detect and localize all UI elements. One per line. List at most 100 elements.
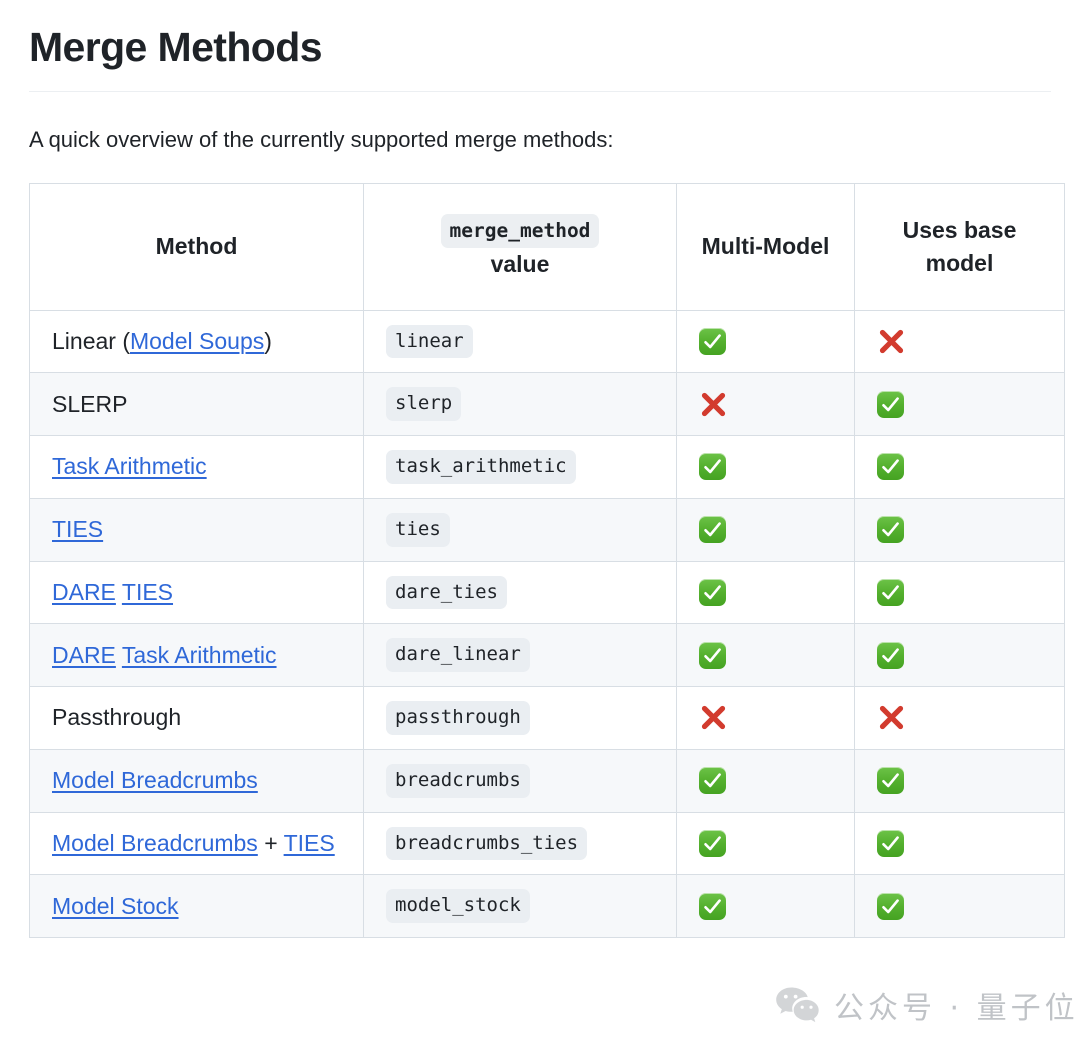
cell-method: DARE TIES xyxy=(30,561,364,624)
cell-uses-base-model xyxy=(855,687,1065,750)
cell-uses-base-model xyxy=(855,812,1065,875)
column-header-uses-base-model: Uses base model xyxy=(855,184,1065,310)
cell-method: Passthrough xyxy=(30,687,364,750)
cell-multi-model xyxy=(677,687,855,750)
cell-multi-model xyxy=(677,373,855,436)
check-mark-icon xyxy=(699,893,726,920)
table-body: Linear (Model Soups) linear SLERP slerp Task… xyxy=(30,310,1065,938)
cell-uses-base-model xyxy=(855,498,1065,561)
cell-merge-method-value: model_stock xyxy=(364,875,677,938)
cell-method: Task Arithmetic xyxy=(30,436,364,499)
cell-method: TIES xyxy=(30,498,364,561)
cell-uses-base-model xyxy=(855,373,1065,436)
cell-multi-model xyxy=(677,749,855,812)
table-row: Model Breadcrumbs + TIES breadcrumbs_ties xyxy=(30,812,1065,875)
method-link[interactable]: Model Stock xyxy=(52,893,179,919)
watermark-text: 公众号 · 量子位 xyxy=(834,983,1079,1027)
column-header-value-suffix: value xyxy=(386,248,654,281)
cell-merge-method-value: task_arithmetic xyxy=(364,436,677,499)
cell-method: Linear (Model Soups) xyxy=(30,310,364,373)
method-link[interactable]: TIES xyxy=(122,579,173,605)
cell-merge-method-value: breadcrumbs_ties xyxy=(364,812,677,875)
method-link[interactable]: TIES xyxy=(284,830,335,856)
merge-method-value-chip: breadcrumbs_ties xyxy=(386,827,587,861)
column-header-multi-model: Multi-Model xyxy=(677,184,855,310)
cell-method: Model Breadcrumbs + TIES xyxy=(30,812,364,875)
method-link[interactable]: TIES xyxy=(52,516,103,542)
table-header: Method merge_method value Multi-Model Us… xyxy=(30,184,1065,310)
table-row: SLERP slerp xyxy=(30,373,1065,436)
cell-uses-base-model xyxy=(855,561,1065,624)
merge-method-value-chip: dare_ties xyxy=(386,576,507,610)
cell-uses-base-model xyxy=(855,749,1065,812)
method-text: + xyxy=(258,830,284,856)
merge-method-value-chip: slerp xyxy=(386,387,461,421)
cell-merge-method-value: breadcrumbs xyxy=(364,749,677,812)
cell-method: Model Breadcrumbs xyxy=(30,749,364,812)
cell-merge-method-value: ties xyxy=(364,498,677,561)
method-link[interactable]: Task Arithmetic xyxy=(122,642,277,668)
cell-multi-model xyxy=(677,561,855,624)
method-link[interactable]: Model Soups xyxy=(130,328,264,354)
merge-methods-table-wrapper: Method merge_method value Multi-Model Us… xyxy=(0,156,1080,938)
merge-method-value-chip: ties xyxy=(386,513,450,547)
cell-multi-model xyxy=(677,498,855,561)
merge-method-value-chip: passthrough xyxy=(386,701,530,735)
method-text: ) xyxy=(264,328,272,354)
cell-merge-method-value: passthrough xyxy=(364,687,677,750)
check-mark-icon xyxy=(877,642,904,669)
cell-method: SLERP xyxy=(30,373,364,436)
wechat-watermark: 公众号 · 量子位 xyxy=(775,983,1079,1027)
merge-method-value-chip: model_stock xyxy=(386,889,530,923)
cell-merge-method-value: slerp xyxy=(364,373,677,436)
method-link[interactable]: Task Arithmetic xyxy=(52,453,207,479)
page-title: Merge Methods xyxy=(0,0,1080,73)
check-mark-icon xyxy=(699,830,726,857)
check-mark-icon xyxy=(699,642,726,669)
method-link[interactable]: DARE xyxy=(52,579,116,605)
check-mark-icon xyxy=(699,579,726,606)
table-row: Passthrough passthrough xyxy=(30,687,1065,750)
cell-uses-base-model xyxy=(855,310,1065,373)
method-link[interactable]: Model Breadcrumbs xyxy=(52,767,258,793)
cell-method: DARE Task Arithmetic xyxy=(30,624,364,687)
table-row: DARE TIES dare_ties xyxy=(30,561,1065,624)
check-mark-icon xyxy=(877,893,904,920)
cross-mark-icon xyxy=(877,703,906,732)
method-text: Passthrough xyxy=(52,704,181,730)
table-row: TIES ties xyxy=(30,498,1065,561)
check-mark-icon xyxy=(877,767,904,794)
cross-mark-icon xyxy=(877,327,906,356)
cell-merge-method-value: dare_linear xyxy=(364,624,677,687)
cell-uses-base-model xyxy=(855,436,1065,499)
document-page: Merge Methods A quick overview of the cu… xyxy=(0,0,1080,1052)
column-header-merge-method-value: merge_method value xyxy=(364,184,677,310)
cell-method: Model Stock xyxy=(30,875,364,938)
cell-multi-model xyxy=(677,812,855,875)
check-mark-icon xyxy=(699,767,726,794)
cell-multi-model xyxy=(677,310,855,373)
merge-method-value-chip: linear xyxy=(386,325,473,359)
method-text: Linear ( xyxy=(52,328,130,354)
column-header-method: Method xyxy=(30,184,364,310)
cell-uses-base-model xyxy=(855,875,1065,938)
method-text: SLERP xyxy=(52,391,127,417)
check-mark-icon xyxy=(699,516,726,543)
check-mark-icon xyxy=(699,453,726,480)
cell-multi-model xyxy=(677,624,855,687)
cell-multi-model xyxy=(677,436,855,499)
cell-merge-method-value: dare_ties xyxy=(364,561,677,624)
method-link[interactable]: DARE xyxy=(52,642,116,668)
table-row: Model Breadcrumbs breadcrumbs xyxy=(30,749,1065,812)
merge-method-value-chip: breadcrumbs xyxy=(386,764,530,798)
intro-paragraph: A quick overview of the currently suppor… xyxy=(0,92,1080,156)
table-header-row: Method merge_method value Multi-Model Us… xyxy=(30,184,1065,310)
check-mark-icon xyxy=(877,579,904,606)
check-mark-icon xyxy=(877,453,904,480)
merge-methods-table: Method merge_method value Multi-Model Us… xyxy=(29,183,1065,938)
table-row: DARE Task Arithmeticdare_linear xyxy=(30,624,1065,687)
cross-mark-icon xyxy=(699,703,728,732)
method-link[interactable]: Model Breadcrumbs xyxy=(52,830,258,856)
merge-method-code-chip: merge_method xyxy=(441,214,600,248)
cell-merge-method-value: linear xyxy=(364,310,677,373)
